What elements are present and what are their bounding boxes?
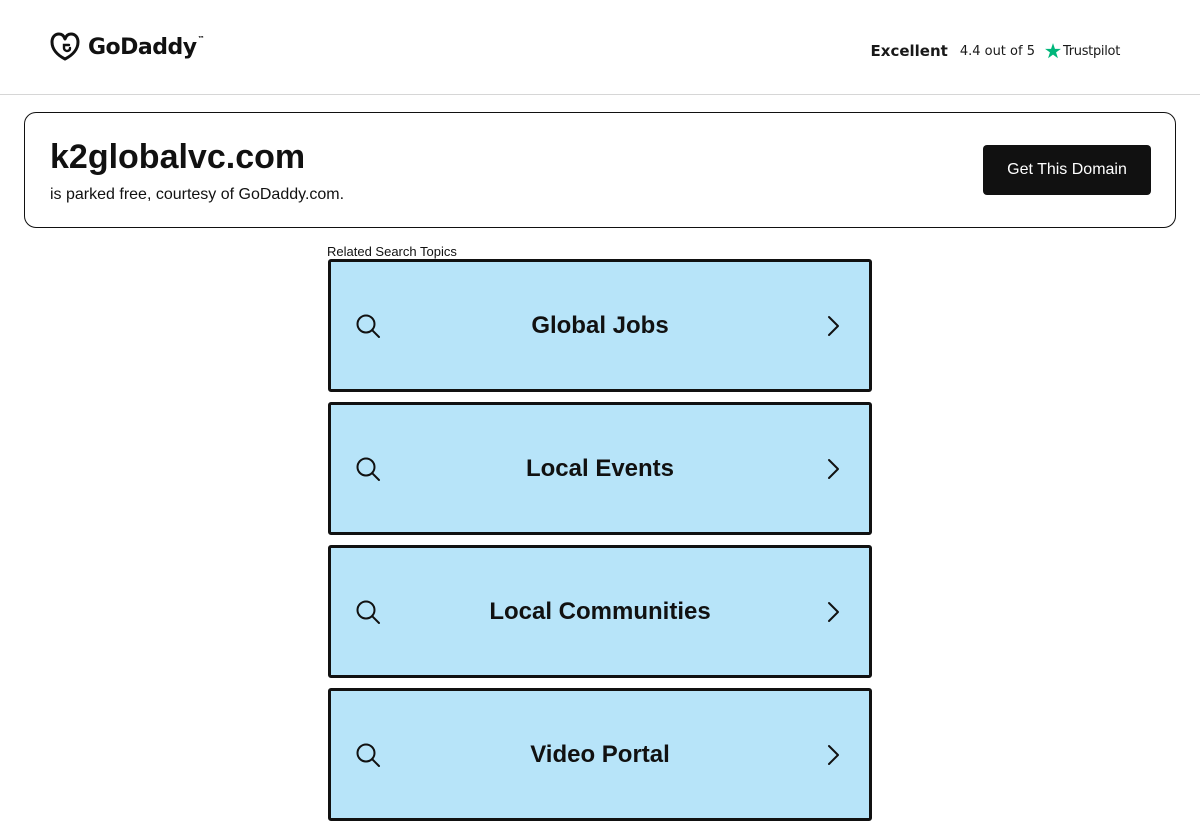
trustpilot-star-icon <box>1045 43 1061 59</box>
domain-name: k2globalvc.com <box>50 138 306 176</box>
trustpilot-wordmark: Trustpilot <box>1062 43 1120 59</box>
topic-label: Local Communities <box>489 597 711 625</box>
chevron-right-icon <box>828 458 839 479</box>
topic-local-events[interactable]: Local Events <box>328 402 872 535</box>
topic-label: Global Jobs <box>531 311 669 339</box>
search-icon <box>356 314 380 338</box>
godaddy-logo[interactable]: GoDaddy™ <box>48 31 205 63</box>
chevron-right-icon <box>828 744 839 765</box>
topic-label: Video Portal <box>530 740 670 768</box>
chevron-right-icon <box>828 601 839 622</box>
domain-card: k2globalvc.com is parked free, courtesy … <box>24 112 1176 228</box>
topic-local-communities[interactable]: Local Communities <box>328 545 872 678</box>
topic-label: Local Events <box>525 454 675 482</box>
trustpilot-rating: Excellent 4.4 out of 5 Trustpilot <box>870 40 1121 62</box>
trustpilot-link[interactable]: Trustpilot <box>1044 42 1120 60</box>
related-topics-label: Related Search Topics <box>327 244 457 259</box>
chevron-right-icon <box>828 315 839 336</box>
topic-global-jobs[interactable]: Global Jobs <box>328 259 872 392</box>
rating-score: 4.4 out of 5 <box>959 43 1035 59</box>
get-this-domain-button[interactable]: Get This Domain <box>983 145 1151 195</box>
logo-wordmark: GoDaddy™ <box>88 34 205 60</box>
search-icon <box>356 743 380 767</box>
rating-label: Excellent <box>870 42 948 60</box>
topic-video-portal[interactable]: Video Portal <box>328 688 872 821</box>
site-header: GoDaddy™ Excellent 4.4 out of 5 Trustpil… <box>0 0 1200 95</box>
godaddy-logo-icon <box>50 32 80 61</box>
search-icon <box>356 457 380 481</box>
search-icon <box>356 600 380 624</box>
domain-subtitle: is parked free, courtesy of GoDaddy.com. <box>50 186 345 203</box>
